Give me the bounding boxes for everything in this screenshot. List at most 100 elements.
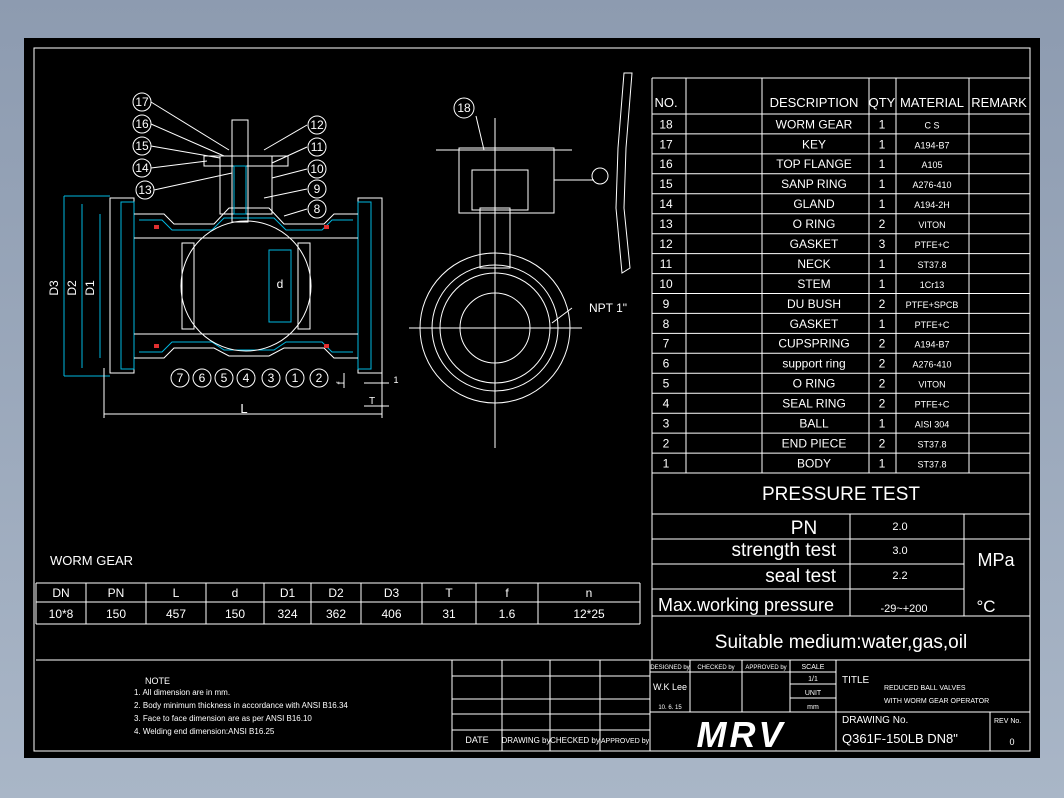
svg-text:10: 10 <box>310 162 324 176</box>
spec-value: 31 <box>442 607 456 621</box>
designer-name: W.K Lee <box>653 682 687 692</box>
unit-value: mm <box>807 704 819 711</box>
bom-cell-qty: 1 <box>879 197 886 211</box>
dim-one-label: 1 <box>393 375 398 385</box>
bom-cell-qty: 1 <box>879 277 886 291</box>
svg-text:9: 9 <box>314 182 321 196</box>
spec-value: 150 <box>225 607 245 621</box>
bom-cell-desc: STEM <box>797 277 830 291</box>
bom-header-remark: REMARK <box>971 95 1027 110</box>
spec-value: 150 <box>106 607 126 621</box>
note-1: 1. All dimension are in mm. <box>134 688 230 697</box>
dim-d3-label: D3 <box>47 280 61 296</box>
bom-cell-desc: CUPSPRING <box>778 337 849 351</box>
svg-text:18: 18 <box>457 101 471 115</box>
bom-cell-qty: 1 <box>879 177 886 191</box>
balloon: 7 <box>170 368 190 388</box>
bom-cell-mat: A276-410 <box>912 360 951 370</box>
bom-cell-mat: A194-B7 <box>914 340 949 350</box>
bom-cell-desc: GASKET <box>790 237 839 251</box>
bom-cell-desc: TOP FLANGE <box>776 157 852 171</box>
bom-cell-desc: O RING <box>793 217 836 231</box>
dim-d2-label: D2 <box>65 280 79 296</box>
bom-cell-qty: 1 <box>879 317 886 331</box>
drawing-no-label: DRAWING No. <box>842 715 908 726</box>
bom-cell-qty: 2 <box>879 397 886 411</box>
balloon: 12 <box>307 115 327 135</box>
bom-cell-mat: VITON <box>918 380 945 390</box>
seal-test-value: 2.2 <box>892 570 907 582</box>
bom-cell-no: 17 <box>659 137 673 151</box>
bom-cell-no: 8 <box>663 317 670 331</box>
mrv-logo: MRV <box>697 714 786 755</box>
side-view <box>409 72 633 448</box>
bom-cell-no: 1 <box>663 456 670 470</box>
balloon: 15 <box>132 136 152 156</box>
bom-cell-no: 10 <box>659 277 673 291</box>
bom-cell-qty: 3 <box>879 237 886 251</box>
bom-cell-desc: support ring <box>782 357 845 371</box>
unit-label: UNIT <box>805 690 822 697</box>
svg-text:5: 5 <box>221 371 228 385</box>
max-working-pressure-label: Max.working pressure <box>658 595 834 615</box>
bom-cell-desc: BALL <box>799 417 829 431</box>
bom-cell-desc: O RING <box>793 377 836 391</box>
balloon: 11 <box>307 137 327 157</box>
svg-text:11: 11 <box>311 140 324 154</box>
bom-cell-desc: KEY <box>802 137 826 151</box>
bom-cell-mat: C S <box>924 120 939 130</box>
spec-header: PN <box>108 586 125 600</box>
pressure-unit: MPa <box>977 550 1015 570</box>
rev-value: 0 <box>1009 737 1014 747</box>
bom-cell-no: 11 <box>660 257 673 271</box>
bom-cell-mat: ST37.8 <box>917 440 946 450</box>
balloon: 1 <box>285 368 305 388</box>
max-working-pressure-value: -29~+200 <box>880 603 927 615</box>
bom-header-qty: QTY <box>869 95 896 110</box>
scale-value: 1/1 <box>808 676 818 683</box>
svg-text:1: 1 <box>292 371 299 385</box>
spec-value: 457 <box>166 607 186 621</box>
bom-cell-qty: 2 <box>879 337 886 351</box>
spec-header: L <box>173 586 180 600</box>
dim-d-label: d <box>277 277 284 291</box>
strength-test-label: strength test <box>731 540 836 561</box>
balloon: 6 <box>192 368 212 388</box>
bom-cell-no: 5 <box>663 377 670 391</box>
bom-cell-qty: 2 <box>879 437 886 451</box>
spec-value: 324 <box>277 607 297 621</box>
title-label: TITLE <box>842 675 870 686</box>
bom-cell-qty: 1 <box>879 257 886 271</box>
pressure-test-table: PRESSURE TEST PN 2.0 strength test 3.0 s… <box>651 473 1031 661</box>
bom-cell-no: 9 <box>663 297 670 311</box>
bom-cell-qty: 1 <box>879 417 886 431</box>
scale-label: SCALE <box>802 664 825 671</box>
bom-cell-mat: A194-2H <box>914 200 950 210</box>
bom-cell-desc: END PIECE <box>782 437 847 451</box>
date-label: DATE <box>465 735 488 745</box>
bom-cell-mat: VITON <box>918 220 945 230</box>
bom-cell-mat: PTFE+SPCB <box>906 300 959 310</box>
balloon: 8 <box>307 199 327 219</box>
suitable-medium: Suitable medium:water,gas,oil <box>715 632 967 653</box>
spec-header: D1 <box>280 586 296 600</box>
bom-cell-no: 16 <box>659 157 673 171</box>
svg-text:7: 7 <box>177 371 184 385</box>
notes-title: NOTE <box>145 676 170 686</box>
svg-text:12: 12 <box>310 118 324 132</box>
bom-cell-no: 14 <box>659 197 673 211</box>
bom-cell-qty: 2 <box>879 357 886 371</box>
strength-test-value: 3.0 <box>892 545 907 557</box>
bom-header-no: NO. <box>654 95 677 110</box>
title-line-2: WITH WORM GEAR OPERATOR <box>884 698 989 705</box>
rev-label: REV No. <box>994 718 1021 725</box>
balloon: 4 <box>236 368 256 388</box>
dim-f-label: f <box>336 381 347 384</box>
title-block: NOTE 1. All dimension are in mm. 2. Body… <box>36 659 1030 755</box>
balloon: 9 <box>307 179 327 199</box>
seal-test-label: seal test <box>765 566 836 587</box>
approved-by-label: APPROVED by <box>601 738 650 745</box>
pressure-test-title: PRESSURE TEST <box>762 484 920 505</box>
pn-label: PN <box>791 518 817 539</box>
temperature-unit: °C <box>976 597 995 616</box>
